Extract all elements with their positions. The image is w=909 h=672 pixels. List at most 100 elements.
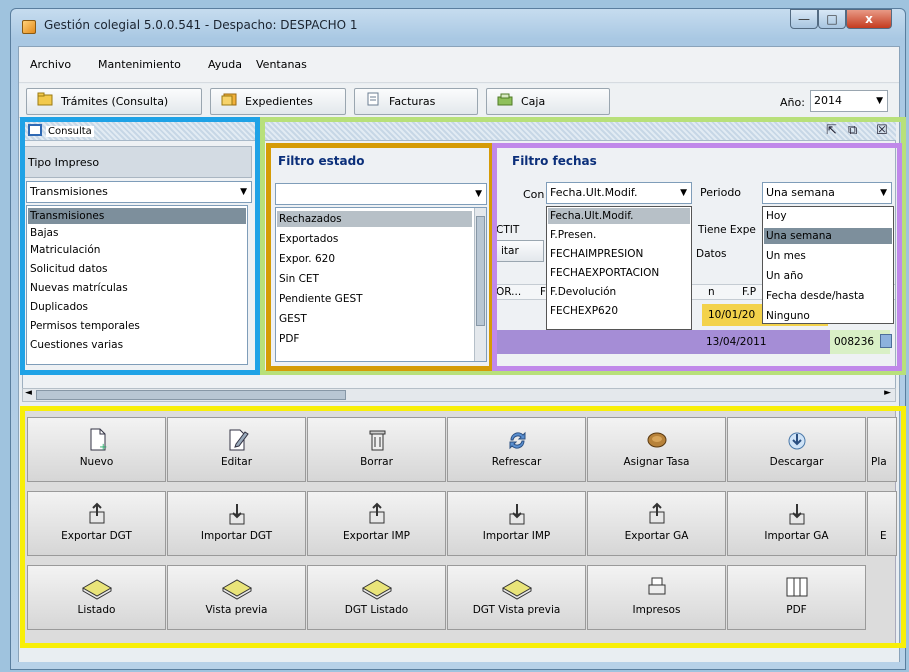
exportar-imp-button[interactable]: Exportar IMP — [307, 491, 446, 556]
exportar-ga-button[interactable]: Exportar GA — [587, 491, 726, 556]
menu-ayuda[interactable]: Ayuda — [208, 58, 242, 71]
tipo-impreso-select[interactable]: Transmisiones ▼ — [26, 181, 252, 203]
importar-imp-button[interactable]: Importar IMP — [447, 491, 586, 556]
list-item[interactable]: Cuestiones varias — [28, 337, 246, 353]
scroll-thumb[interactable] — [476, 216, 485, 326]
tramites-consulta-button[interactable]: Trámites (Consulta) — [26, 88, 202, 115]
importar-ga-button[interactable]: Importar GA — [727, 491, 866, 556]
download-icon — [728, 426, 865, 456]
list-item[interactable]: F.Presen. — [548, 227, 690, 243]
undock-icon[interactable]: ⇱ — [826, 123, 837, 138]
list-item[interactable]: PDF — [277, 331, 472, 347]
folder-icon — [37, 90, 53, 115]
app-icon — [22, 20, 36, 34]
invoice-icon — [365, 90, 381, 115]
facturas-button[interactable]: Facturas — [354, 88, 478, 115]
editar-button[interactable]: Editar — [167, 417, 306, 482]
list-item[interactable]: Exportados — [277, 231, 472, 247]
list-item[interactable]: Expor. 620 — [277, 251, 472, 267]
list-item[interactable]: Sin CET — [277, 271, 472, 287]
minimize-button[interactable]: — — [790, 9, 818, 29]
list-item[interactable]: Un mes — [764, 248, 892, 264]
tipo-impreso-list[interactable]: Transmisiones Bajas Matriculación Solici… — [26, 205, 248, 365]
list-item[interactable]: Un año — [764, 268, 892, 284]
periodo-dropdown-list[interactable]: Hoy Una semana Un mes Un año Fecha desde… — [762, 206, 894, 324]
refresh-icon — [448, 426, 585, 456]
list-item[interactable]: Transmisiones — [28, 208, 246, 224]
import-icon — [448, 500, 585, 530]
import-icon — [168, 500, 305, 530]
menu-archivo[interactable]: Archivo — [30, 58, 71, 71]
book-icon — [308, 574, 445, 604]
list-item[interactable]: Duplicados — [28, 299, 246, 315]
scroll-thumb[interactable] — [36, 390, 346, 400]
expedientes-button[interactable]: Expedientes — [210, 88, 346, 115]
descargar-button[interactable]: Descargar — [727, 417, 866, 482]
list-item[interactable]: Matriculación — [28, 242, 246, 258]
list-item[interactable]: Fecha desde/hasta — [764, 288, 892, 304]
menu-mantenimiento[interactable]: Mantenimiento — [98, 58, 181, 71]
trash-icon — [308, 426, 445, 456]
borrar-button[interactable]: Borrar — [307, 417, 446, 482]
importar-dgt-button[interactable]: Importar DGT — [167, 491, 306, 556]
export-icon — [28, 500, 165, 530]
expedientes-label: Expedientes — [245, 95, 313, 108]
dgt-listado-button[interactable]: DGT Listado — [307, 565, 446, 630]
periodo-value: Una semana — [766, 186, 835, 199]
refrescar-button[interactable]: Refrescar — [447, 417, 586, 482]
e-button[interactable]: E — [867, 491, 897, 556]
nuevo-button[interactable]: + Nuevo — [27, 417, 166, 482]
blank-icon — [868, 500, 896, 530]
chevron-down-icon: ▼ — [876, 96, 883, 106]
caja-button[interactable]: Caja — [486, 88, 610, 115]
con-select[interactable]: Fecha.Ult.Modif. ▼ — [546, 182, 692, 204]
list-item[interactable]: Solicitud datos — [28, 261, 246, 277]
tipo-impreso-value: Transmisiones — [30, 185, 108, 198]
chevron-down-icon: ▼ — [240, 187, 247, 197]
estado-scrollbar[interactable] — [474, 208, 486, 361]
list-item[interactable]: Pendiente GEST — [277, 291, 472, 307]
maximize-button[interactable]: □ — [818, 9, 846, 29]
impresos-button[interactable]: Impresos — [587, 565, 726, 630]
periodo-select[interactable]: Una semana ▼ — [762, 182, 892, 204]
list-item[interactable]: Bajas — [28, 225, 246, 241]
filtro-estado-list[interactable]: Rechazados Exportados Expor. 620 Sin CET… — [275, 207, 487, 362]
resize-handle[interactable] — [880, 334, 892, 348]
chevron-down-icon: ▼ — [475, 189, 482, 199]
con-dropdown-list[interactable]: Fecha.Ult.Modif. F.Presen. FECHAIMPRESIO… — [546, 206, 692, 330]
list-item[interactable]: FECHAIMPRESION — [548, 246, 690, 262]
year-select[interactable]: 2014 ▼ — [810, 90, 888, 112]
list-item[interactable]: GEST — [277, 311, 472, 327]
menu-ventanas[interactable]: Ventanas — [256, 58, 307, 71]
listado-button[interactable]: Listado — [27, 565, 166, 630]
dgt-vista-previa-button[interactable]: DGT Vista previa — [447, 565, 586, 630]
list-item[interactable]: Hoy — [764, 208, 892, 224]
list-item[interactable]: F.Devolución — [548, 284, 690, 300]
pdf-button[interactable]: PDF — [727, 565, 866, 630]
scroll-left-icon[interactable]: ◄ — [25, 388, 32, 398]
window-title: Gestión colegial 5.0.0.541 - Despacho: D… — [44, 18, 358, 32]
float-icon[interactable]: ⧉ — [848, 123, 857, 138]
list-item[interactable]: FECHAEXPORTACION — [548, 265, 690, 281]
scroll-right-icon[interactable]: ► — [884, 388, 891, 398]
folders-icon — [221, 90, 237, 115]
list-item[interactable]: Permisos temporales — [28, 318, 246, 334]
panel-close-icon[interactable]: ☒ — [876, 123, 888, 138]
caja-label: Caja — [521, 95, 546, 108]
vista-previa-button[interactable]: Vista previa — [167, 565, 306, 630]
list-item[interactable]: Ninguno — [764, 308, 892, 323]
filtro-estado-label: Filtro estado — [278, 154, 365, 168]
list-item[interactable]: FECHEXP620 — [548, 303, 690, 319]
list-item[interactable]: Rechazados — [277, 211, 472, 227]
pla-button[interactable]: Pla — [867, 417, 897, 482]
book-icon — [28, 574, 165, 604]
export-icon — [308, 500, 445, 530]
exportar-dgt-button[interactable]: Exportar DGT — [27, 491, 166, 556]
list-item[interactable]: Fecha.Ult.Modif. — [548, 208, 690, 224]
filtro-estado-select[interactable]: ▼ — [275, 183, 487, 205]
close-button[interactable]: x — [846, 9, 892, 29]
asignar-tasa-button[interactable]: Asignar Tasa — [587, 417, 726, 482]
list-item[interactable]: Nuevas matrículas — [28, 280, 246, 296]
facturas-label: Facturas — [389, 95, 436, 108]
list-item[interactable]: Una semana — [764, 228, 892, 244]
